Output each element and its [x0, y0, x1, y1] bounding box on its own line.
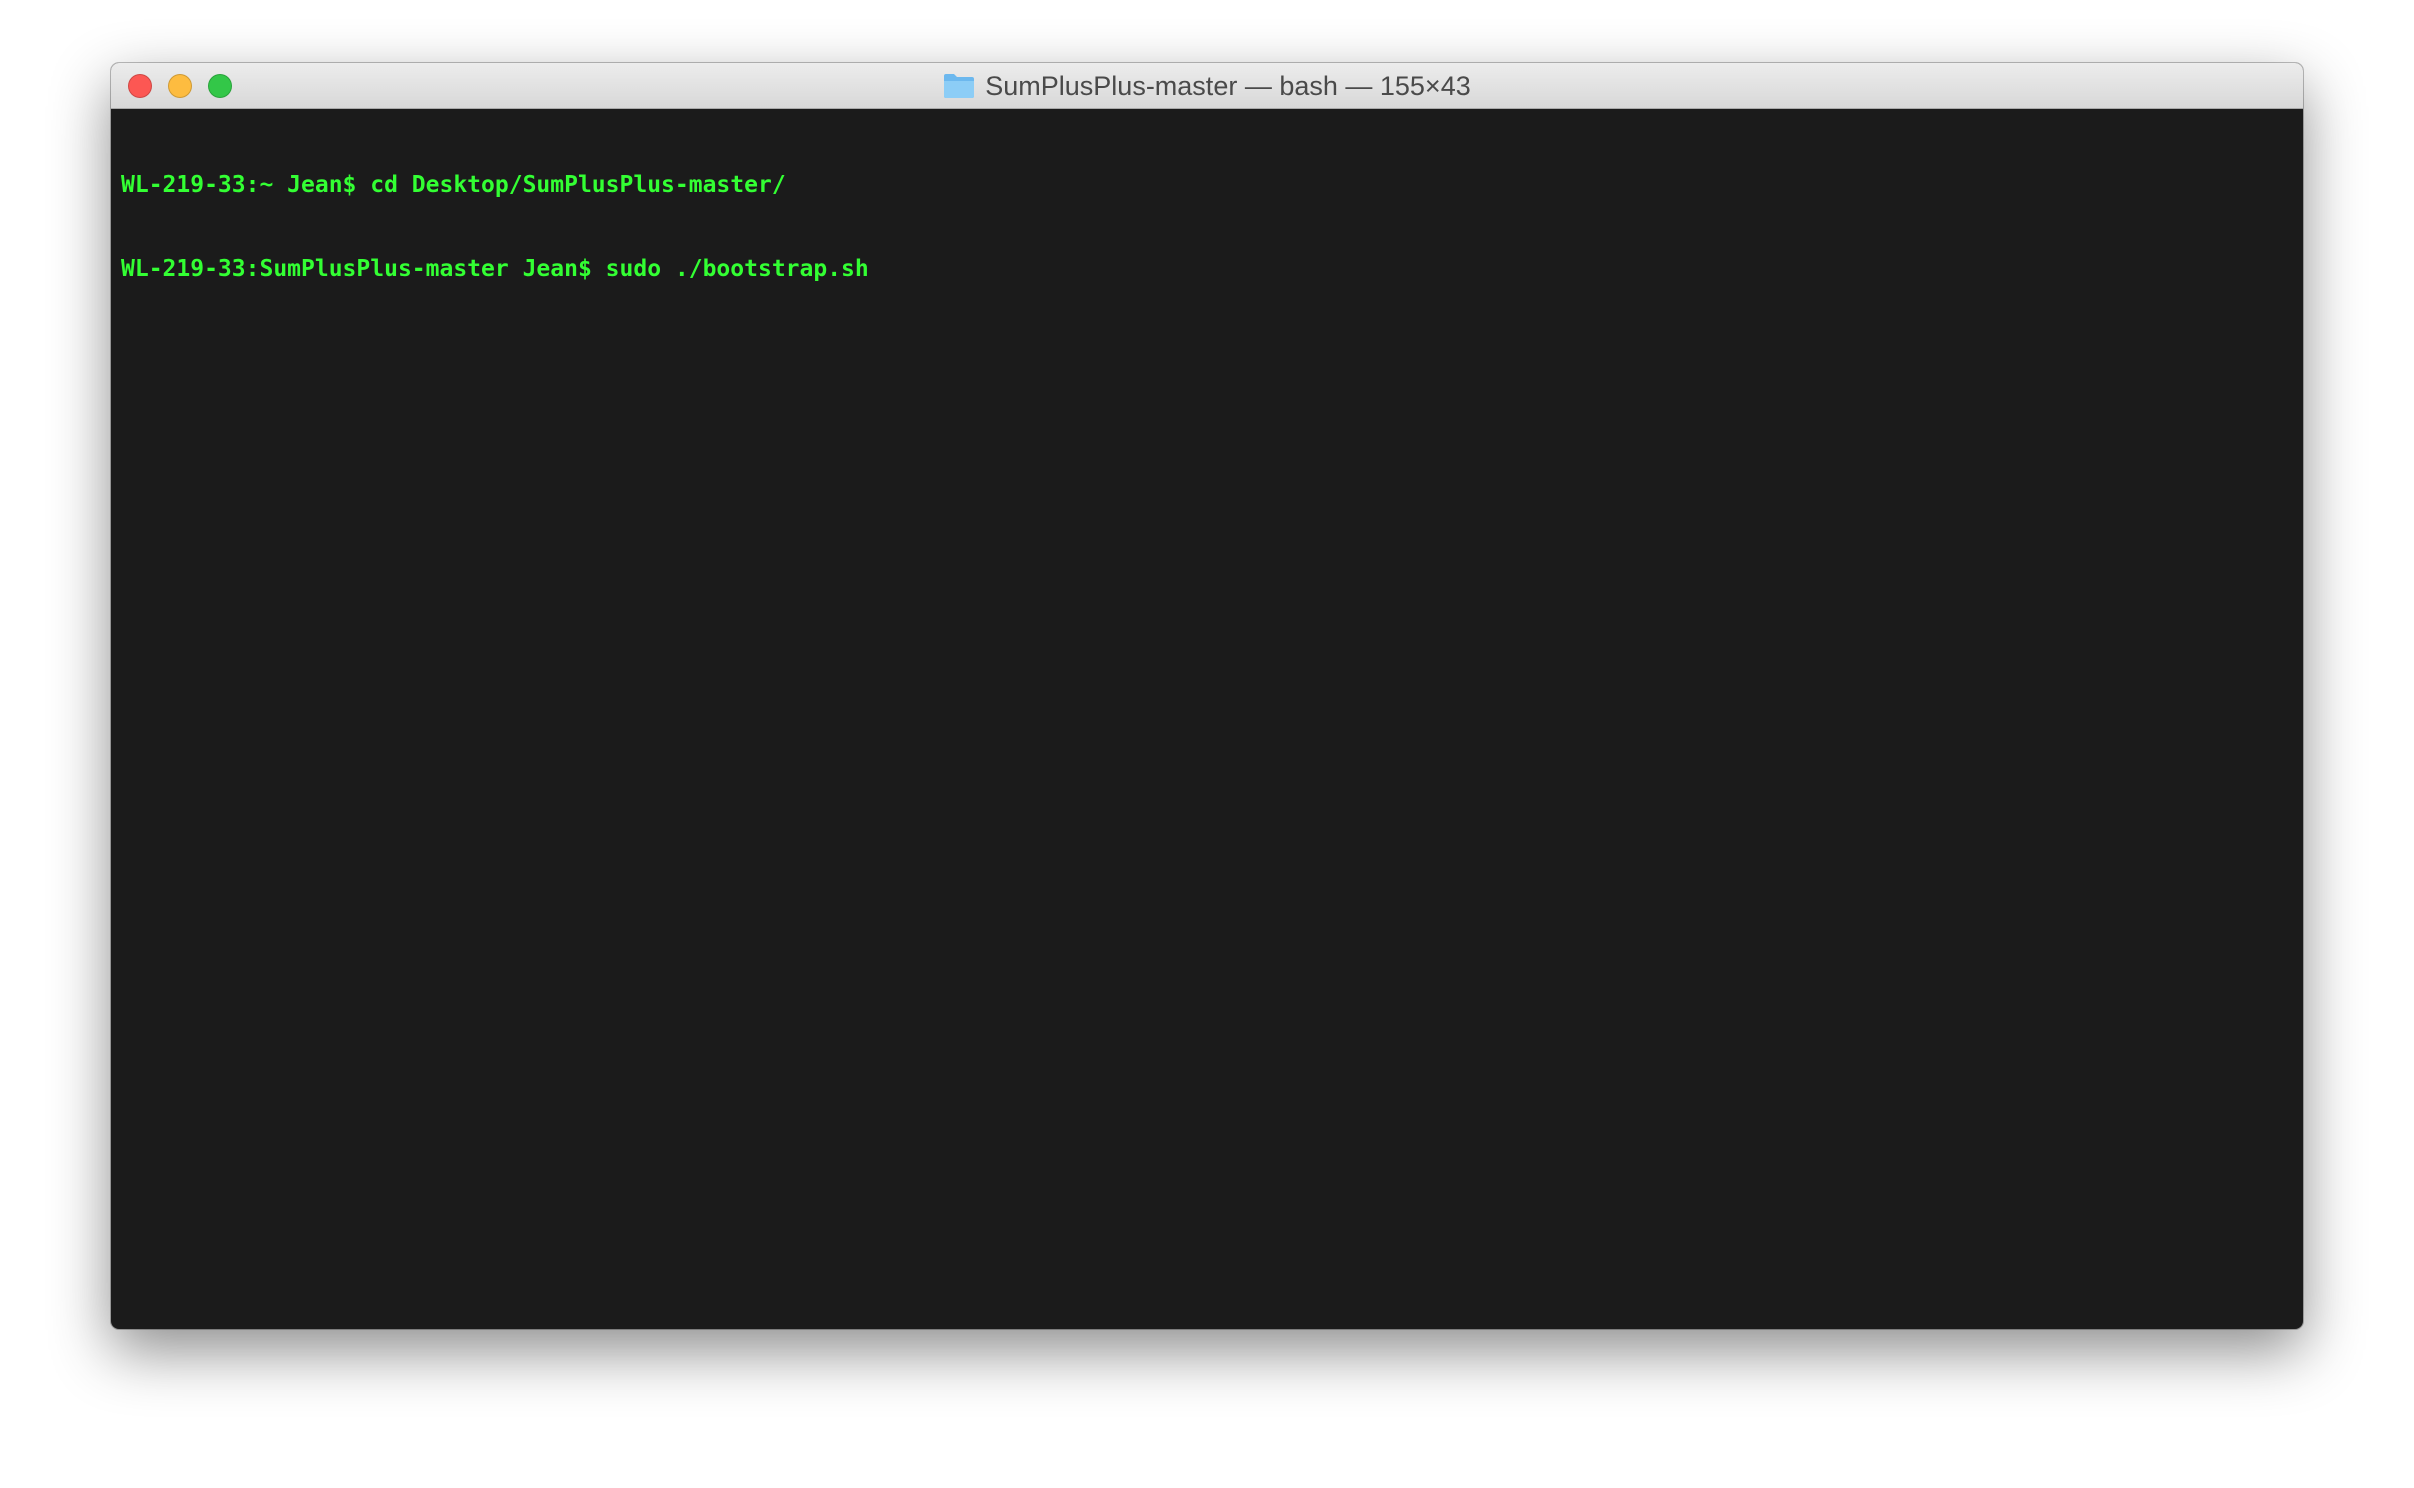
terminal-line-2: WL-219-33:SumPlusPlus-master Jean$ sudo …	[121, 256, 869, 282]
terminal-window: SumPlusPlus-master — bash — 155×43 WL-21…	[111, 63, 2303, 1329]
terminal-line-1: WL-219-33:~ Jean$ cd Desktop/SumPlusPlus…	[121, 172, 786, 198]
zoom-button[interactable]	[208, 74, 232, 98]
folder-icon	[943, 73, 975, 99]
close-button[interactable]	[128, 74, 152, 98]
terminal-output[interactable]: WL-219-33:~ Jean$ cd Desktop/SumPlusPlus…	[111, 109, 2303, 1329]
window-title: SumPlusPlus-master — bash — 155×43	[985, 70, 1471, 101]
minimize-button[interactable]	[168, 74, 192, 98]
title-bar[interactable]: SumPlusPlus-master — bash — 155×43	[111, 63, 2303, 109]
title-group: SumPlusPlus-master — bash — 155×43	[111, 63, 2303, 109]
